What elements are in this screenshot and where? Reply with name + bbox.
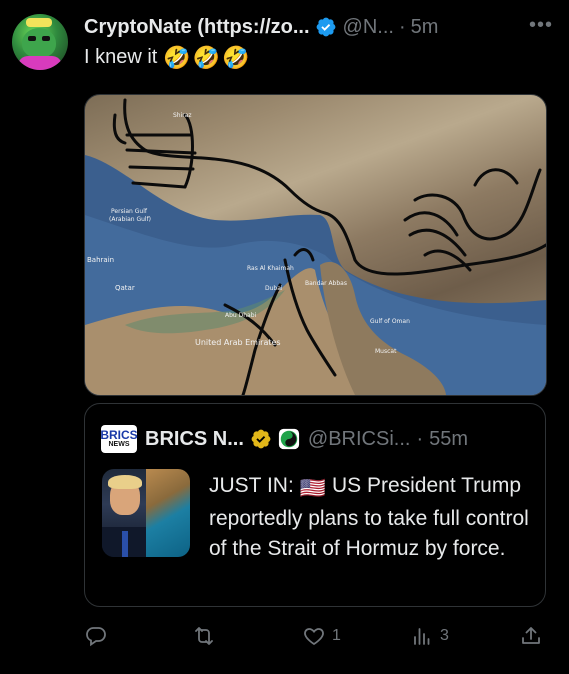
quoted-tweet-header: BRICS NEWS BRICS N... @BRICSi... · 55m: [100, 425, 529, 453]
quoted-display-name[interactable]: BRICS N...: [145, 428, 244, 451]
tweet-header: CryptoNate (https://zo... @N... · 5m •••: [84, 14, 553, 40]
map-label-uae: United Arab Emirates: [195, 338, 281, 347]
map-label-bahrain: Bahrain: [87, 256, 114, 264]
separator-dot: ·: [398, 15, 406, 38]
logo-text-news: NEWS: [108, 441, 130, 448]
tweet-image-map[interactable]: Shiraz Persian Gulf (Arabian Gulf) Bahra…: [84, 94, 547, 396]
thumbnail-portrait: [102, 469, 146, 557]
map-label-muscat: Muscat: [375, 348, 397, 355]
map-drawing: Shiraz Persian Gulf (Arabian Gulf) Bahra…: [85, 98, 546, 395]
quoted-tweet[interactable]: BRICS NEWS BRICS N... @BRICSi... · 55m J…: [84, 403, 546, 607]
affiliate-badge-icon: [278, 428, 299, 450]
rofl-emoji-icon: 🤣: [163, 44, 191, 70]
reply-button[interactable]: [84, 624, 114, 648]
thumbnail-satellite: [146, 469, 190, 557]
avatar[interactable]: [12, 14, 68, 70]
emoji-row: 🤣 🤣 🤣: [163, 44, 250, 70]
quoted-handle[interactable]: @BRICSi...: [308, 428, 411, 451]
quoted-timestamp[interactable]: 55m: [429, 428, 468, 451]
map-label-gulf-of-oman: Gulf of Oman: [370, 318, 410, 325]
rofl-emoji-icon: 🤣: [222, 44, 250, 70]
quoted-tweet-text: JUST IN: 🇺🇸 US President Trump reportedl…: [209, 471, 529, 564]
heart-icon: [304, 628, 324, 646]
views-chart-icon: [414, 628, 430, 645]
separator-dot: ·: [416, 427, 424, 450]
reply-icon: [86, 627, 106, 647]
retweet-button[interactable]: [192, 624, 222, 648]
map-label-ras-al-khaimah: Ras Al Khaimah: [247, 265, 294, 272]
map-label-dubai: Dubai: [265, 285, 283, 292]
handle[interactable]: @N...: [343, 16, 394, 39]
map-label-arabian-gulf: (Arabian Gulf): [109, 216, 151, 223]
map-label-bandar-abbas: Bandar Abbas: [305, 280, 347, 287]
action-bar: 1 3: [84, 624, 544, 654]
tweet-text-content: I knew it: [84, 46, 158, 68]
retweet-icon: [195, 627, 213, 645]
map-label-abu-dhabi: Abu Dhabi: [225, 312, 257, 319]
display-name[interactable]: CryptoNate (https://zo...: [84, 16, 310, 39]
like-button[interactable]: 1: [302, 624, 341, 648]
tweet-text: I knew it 🤣 🤣 🤣: [84, 46, 250, 69]
quoted-thumbnail[interactable]: [102, 469, 190, 557]
views-count: 3: [440, 627, 449, 644]
views-button[interactable]: 3: [410, 624, 449, 648]
more-options-icon[interactable]: •••: [529, 14, 553, 37]
timestamp[interactable]: 5m: [411, 16, 439, 39]
share-icon: [522, 627, 540, 644]
map-label-qatar: Qatar: [115, 284, 135, 292]
quoted-avatar-logo[interactable]: BRICS NEWS: [100, 425, 138, 453]
share-button[interactable]: [519, 624, 543, 648]
map-label-shiraz: Shiraz: [173, 112, 192, 119]
rofl-emoji-icon: 🤣: [192, 44, 221, 70]
verified-badge-icon: [316, 17, 335, 37]
quoted-text-prefix: JUST IN:: [209, 474, 294, 497]
us-flag-icon: 🇺🇸: [299, 477, 326, 500]
logo-text-brics: BRICS: [100, 428, 138, 442]
gold-verified-badge-icon: [251, 429, 271, 449]
like-count: 1: [332, 627, 341, 644]
map-label-persian-gulf: Persian Gulf: [111, 208, 148, 215]
